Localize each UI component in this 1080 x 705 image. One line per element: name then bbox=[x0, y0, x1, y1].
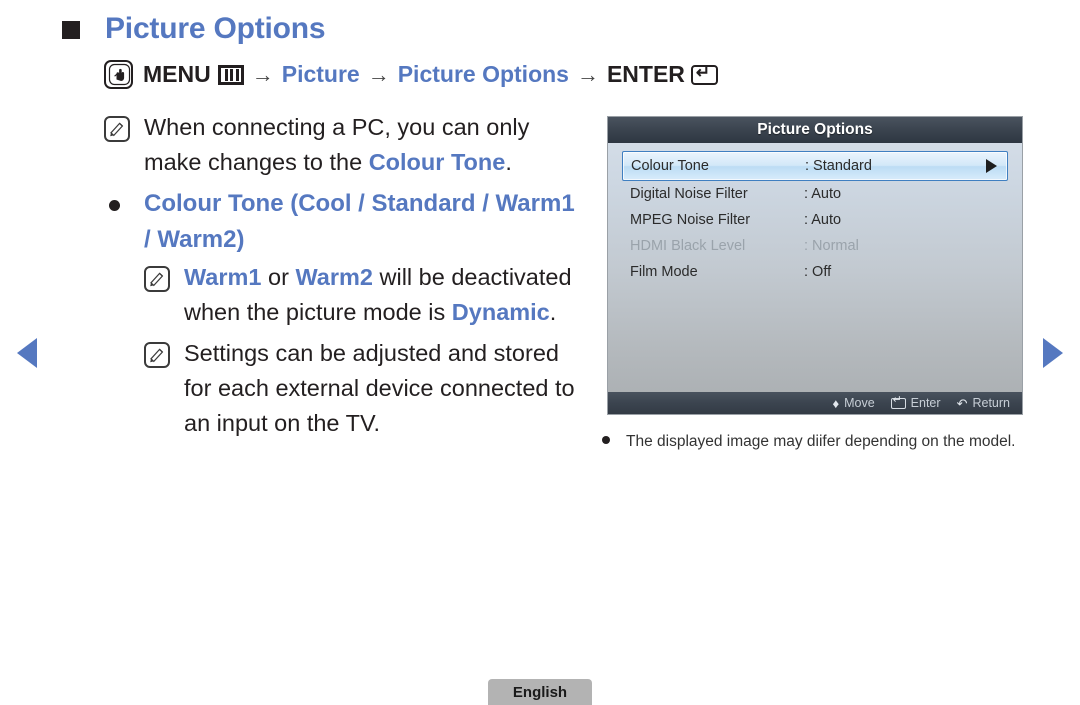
osd-row-digital-noise-filter[interactable]: Digital Noise Filter : Auto bbox=[622, 181, 1008, 207]
osd-row-mpeg-noise-filter[interactable]: MPEG Noise Filter : Auto bbox=[622, 207, 1008, 233]
osd-row-label: HDMI Black Level bbox=[630, 238, 746, 254]
hint-return: ↶ Return bbox=[957, 396, 1010, 410]
osd-menu-list: Colour Tone : Standard Digital Noise Fil… bbox=[608, 143, 1022, 285]
osd-row-value: : Off bbox=[804, 264, 832, 280]
caption-text: The displayed image may diifer depending… bbox=[626, 433, 1016, 450]
section-heading: Picture Options bbox=[62, 12, 326, 45]
note2-warm2: Warm2 bbox=[295, 264, 373, 290]
previous-page-arrow-icon[interactable] bbox=[17, 338, 37, 368]
hint-move: ♦ Move bbox=[832, 396, 874, 410]
chevron-right-icon bbox=[986, 159, 997, 173]
note2-dynamic: Dynamic bbox=[451, 299, 550, 325]
page-title: Picture Options bbox=[105, 12, 326, 45]
osd-row-hdmi-black-level: HDMI Black Level : Normal bbox=[622, 233, 1008, 259]
round-bullet-icon bbox=[602, 436, 610, 444]
osd-row-film-mode[interactable]: Film Mode : Off bbox=[622, 259, 1008, 285]
language-badge: English bbox=[488, 679, 592, 705]
osd-caption: The displayed image may diifer depending… bbox=[602, 428, 1032, 455]
heading-square-bullet-icon bbox=[62, 21, 80, 39]
enter-key-icon bbox=[890, 394, 906, 409]
osd-row-value: : Standard bbox=[805, 158, 872, 174]
osd-row-label: Film Mode bbox=[630, 264, 698, 280]
path-arrow-1: → bbox=[251, 61, 274, 87]
path-item-picture: Picture bbox=[281, 61, 360, 87]
path-item-picture-options: Picture Options bbox=[397, 61, 569, 87]
menu-path: MENU → Picture → Picture Options → ENTER bbox=[104, 60, 718, 89]
path-arrow-2: → bbox=[367, 61, 390, 87]
note-item: Settings can be adjusted and stored for … bbox=[144, 336, 584, 441]
tv-osd-panel: Picture Options Colour Tone : Standard D… bbox=[608, 117, 1022, 414]
hint-return-label: Return bbox=[972, 396, 1010, 410]
note-item: When connecting a PC, you can only make … bbox=[104, 110, 584, 180]
note-item: Warm1 or Warm2 will be deactivated when … bbox=[144, 260, 584, 330]
return-arrow-icon: ↶ bbox=[956, 395, 968, 411]
body-text-column: When connecting a PC, you can only make … bbox=[104, 110, 584, 447]
note-pencil-icon bbox=[144, 266, 170, 292]
note-text-1: When connecting a PC, you can only make … bbox=[144, 110, 584, 180]
up-down-arrow-icon: ♦ bbox=[832, 395, 840, 411]
osd-row-value: : Auto bbox=[804, 186, 842, 202]
menu-label: MENU bbox=[143, 61, 211, 87]
hint-enter: Enter bbox=[890, 394, 941, 410]
note2-or: or bbox=[261, 264, 296, 290]
manual-page: Picture Options MENU → Picture → Picture… bbox=[0, 0, 1080, 705]
note-pencil-icon bbox=[144, 342, 170, 368]
note-text-2: Warm1 or Warm2 will be deactivated when … bbox=[184, 260, 584, 330]
note1-line2a: make changes to the bbox=[144, 149, 369, 175]
osd-row-label: Digital Noise Filter bbox=[630, 186, 748, 202]
next-page-arrow-icon[interactable] bbox=[1043, 338, 1063, 368]
note2-period: . bbox=[549, 299, 557, 325]
note2-warm1: Warm1 bbox=[184, 264, 262, 290]
hint-enter-label: Enter bbox=[910, 396, 941, 410]
note-text-3: Settings can be adjusted and stored for … bbox=[184, 340, 575, 436]
note1-colour-tone: Colour Tone bbox=[368, 149, 506, 175]
bullet-item-colour-tone: Colour Tone (Cool / Standard / Warm1 / W… bbox=[104, 186, 584, 258]
osd-row-label: MPEG Noise Filter bbox=[630, 212, 751, 228]
osd-row-colour-tone[interactable]: Colour Tone : Standard bbox=[622, 151, 1008, 181]
hint-move-label: Move bbox=[844, 396, 875, 410]
osd-row-label: Colour Tone bbox=[631, 158, 709, 174]
round-bullet-icon bbox=[109, 200, 120, 211]
hand-press-icon bbox=[104, 60, 133, 89]
note1-line1: When connecting a PC, you can only bbox=[144, 114, 530, 140]
osd-row-value: : Normal bbox=[804, 238, 859, 254]
osd-title: Picture Options bbox=[608, 117, 1022, 143]
note1-period: . bbox=[505, 149, 512, 175]
osd-row-value: : Auto bbox=[804, 212, 842, 228]
note-pencil-icon bbox=[104, 116, 130, 142]
osd-footer-hints: ♦ Move Enter ↶ Return bbox=[608, 392, 1022, 414]
path-arrow-3: → bbox=[576, 61, 599, 87]
enter-label: ENTER bbox=[606, 61, 685, 87]
enter-key-icon bbox=[690, 62, 718, 85]
bullet-text: Colour Tone (Cool / Standard / Warm1 / W… bbox=[144, 190, 575, 253]
menu-bars-icon bbox=[217, 64, 244, 85]
